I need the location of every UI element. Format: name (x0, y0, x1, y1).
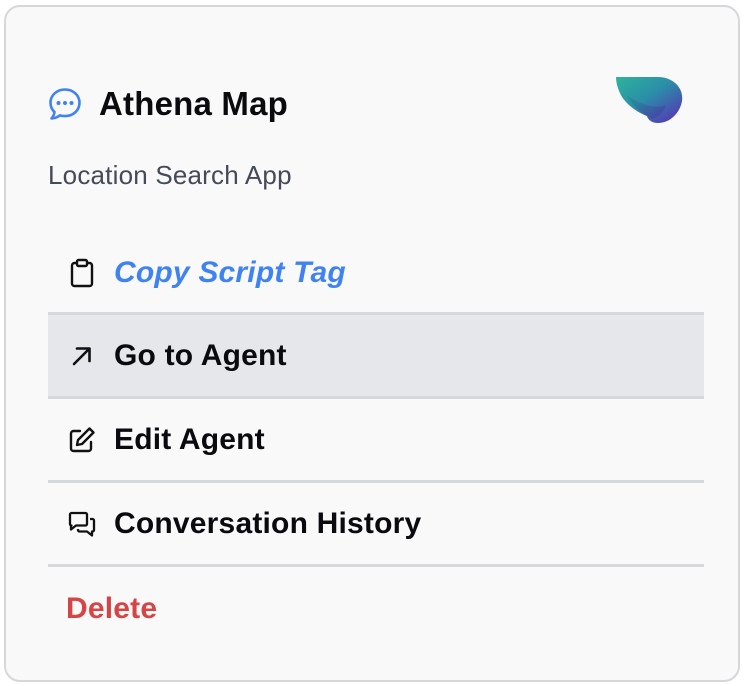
agent-subtitle: Location Search App (48, 160, 292, 190)
brand-logo (614, 73, 686, 129)
conversation-history-label: Conversation History (114, 506, 422, 540)
edit-icon (66, 424, 98, 456)
chat-bubbles-icon (66, 508, 98, 540)
delete-item[interactable]: Delete (48, 567, 704, 651)
edit-agent-item[interactable]: Edit Agent (48, 399, 704, 483)
copy-script-tag-item[interactable]: Copy Script Tag (48, 233, 704, 315)
arrow-up-right-icon (66, 340, 98, 372)
go-to-agent-item[interactable]: Go to Agent (48, 315, 704, 399)
conversation-history-item[interactable]: Conversation History (48, 483, 704, 567)
agent-actions-menu: Copy Script Tag Go to Agent Edit Agent C… (48, 233, 704, 651)
agent-title: Athena Map (99, 85, 289, 122)
card-header: Athena Map (46, 79, 688, 129)
delete-label: Delete (66, 592, 158, 625)
edit-agent-label: Edit Agent (114, 422, 265, 456)
chat-icon (46, 85, 84, 123)
agent-card: Athena Map Location Search App Copy Scri… (4, 5, 740, 682)
copy-script-tag-label: Copy Script Tag (114, 255, 346, 289)
clipboard-icon (66, 257, 98, 289)
go-to-agent-label: Go to Agent (114, 338, 287, 372)
